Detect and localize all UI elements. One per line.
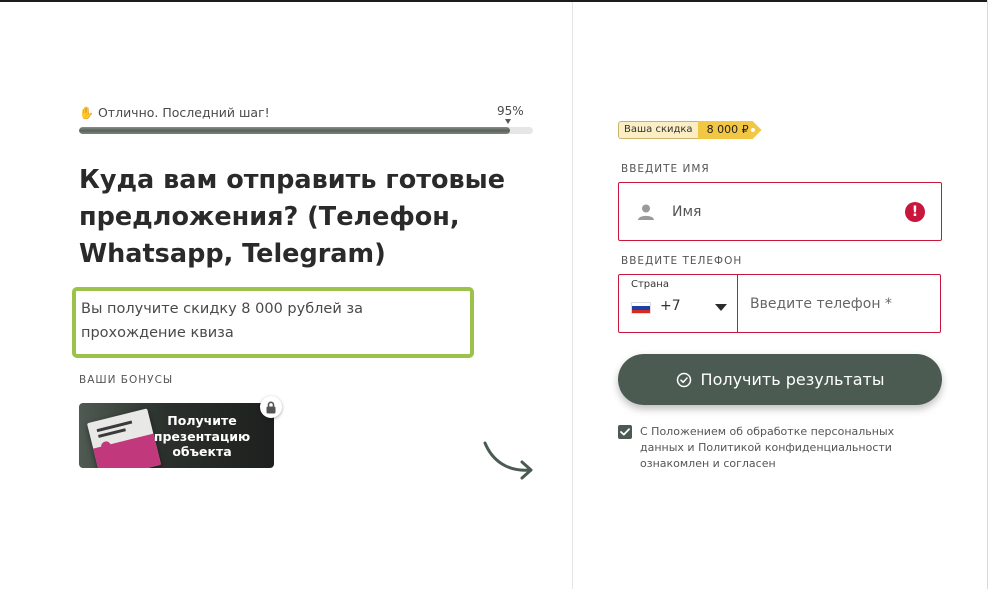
bonus-card-presentation[interactable]: Получите презентацию объекта	[79, 403, 274, 468]
submit-button-label: Получить результаты	[700, 370, 885, 389]
lock-icon	[260, 396, 282, 418]
discount-tag: Ваша скидка 8 000 ₽	[618, 121, 762, 139]
discount-tag-label: Ваша скидка	[618, 121, 698, 139]
top-border	[0, 0, 988, 2]
country-code: +7	[660, 298, 681, 314]
discount-notice-text: Вы получите скидку 8 000 рублей за прохо…	[81, 301, 363, 341]
tag-hole-dot	[750, 128, 755, 132]
chevron-down-icon	[715, 304, 727, 311]
submit-button[interactable]: Получить результаты	[618, 354, 942, 405]
column-divider	[572, 2, 573, 589]
country-select[interactable]: Страна +7	[619, 275, 738, 332]
progress-marker	[505, 119, 511, 124]
progress-percent: 95%	[497, 104, 524, 118]
bonus-card-text: Получите презентацию объекта	[153, 413, 251, 459]
russia-flag-icon	[631, 302, 651, 314]
phone-label: ВВЕДИТЕ ТЕЛЕФОН	[621, 255, 743, 267]
discount-tag-value-text: 8 000 ₽	[706, 123, 749, 136]
bonuses-heading: ВАШИ БОНУСЫ	[79, 374, 174, 386]
phone-field: Страна +7	[618, 274, 941, 333]
progress-bar	[79, 127, 533, 134]
consent-text: С Положением об обработке персональных д…	[640, 425, 895, 470]
question-title: Куда вам отправить готовые предложения? …	[79, 165, 506, 269]
discount-notice: Вы получите скидку 8 000 рублей за прохо…	[72, 287, 474, 358]
checkmark-icon	[620, 428, 630, 436]
progress-label: ✋ Отлично. Последний шаг!	[79, 105, 270, 120]
error-alert-icon: !	[905, 202, 925, 222]
check-circle-icon	[676, 372, 691, 387]
name-input[interactable]	[672, 203, 892, 220]
consent-row: С Положением об обработке персональных д…	[618, 424, 940, 472]
country-caption: Страна	[631, 279, 669, 290]
discount-tag-value: 8 000 ₽	[697, 121, 762, 139]
name-label: ВВЕДИТЕ ИМЯ	[621, 163, 710, 175]
name-field[interactable]: !	[618, 182, 942, 241]
consent-checkbox[interactable]	[618, 425, 632, 439]
progress-label-text: Отлично. Последний шаг!	[97, 105, 270, 120]
progress-bar-fill	[79, 127, 511, 134]
phone-input[interactable]	[738, 275, 940, 332]
waving-hand-icon: ✋	[79, 105, 94, 120]
arrow-decoration-icon	[483, 441, 533, 480]
user-icon	[636, 202, 656, 222]
